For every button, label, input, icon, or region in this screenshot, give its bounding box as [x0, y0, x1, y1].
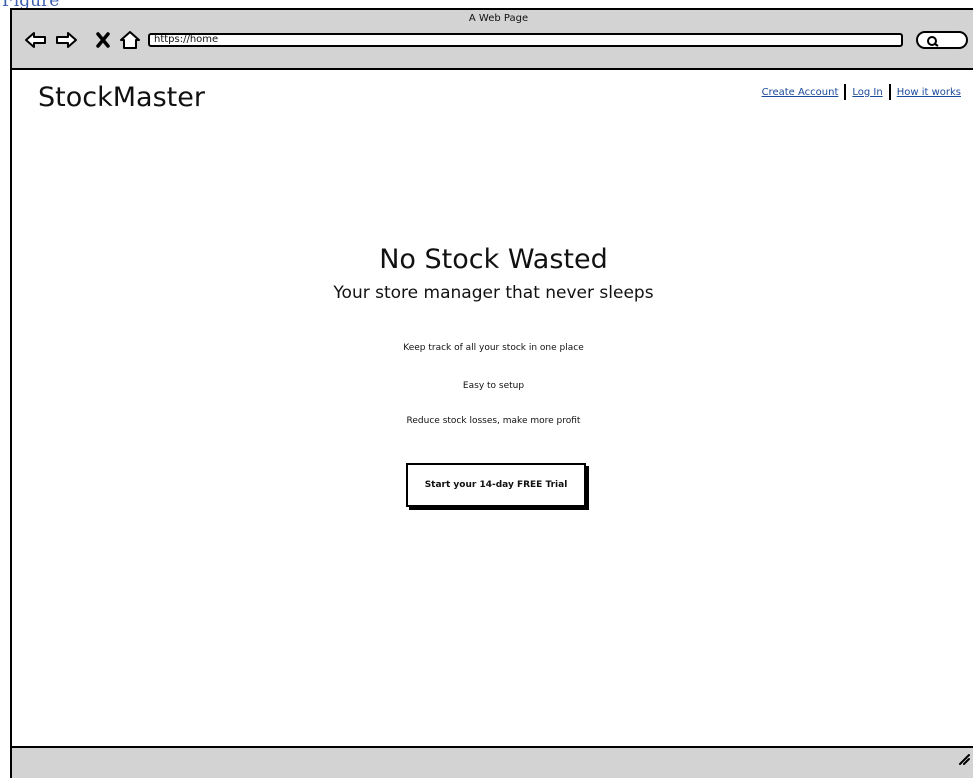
hero-title: No Stock Wasted: [379, 244, 608, 275]
window-title: A Web Page: [468, 13, 529, 24]
login-link[interactable]: Log In: [852, 87, 882, 98]
url-bar[interactable]: https://home: [148, 33, 903, 47]
how-it-works-link[interactable]: How it works: [897, 87, 961, 98]
back-arrow-icon[interactable]: [24, 30, 48, 50]
browser-window: A Web Page https://home StockMaster Crea…: [10, 8, 973, 778]
forward-arrow-icon[interactable]: [54, 30, 78, 50]
browser-chrome: A Web Page https://home: [12, 10, 973, 70]
link-divider: [844, 84, 847, 100]
url-text: https://home: [154, 34, 219, 45]
resize-grip-icon[interactable]: [957, 752, 971, 766]
search-button[interactable]: [916, 31, 968, 49]
feature-item: Keep track of all your stock in one plac…: [403, 343, 584, 353]
close-icon[interactable]: [92, 30, 116, 50]
start-trial-button[interactable]: Start your 14-day FREE Trial: [406, 463, 586, 507]
create-account-link[interactable]: Create Account: [762, 87, 839, 98]
hero-section: No Stock Wasted Your store manager that …: [12, 244, 973, 303]
search-icon: [927, 36, 939, 47]
hero-subtitle: Your store manager that never sleeps: [333, 283, 654, 303]
link-divider: [888, 84, 891, 100]
feature-item: Easy to setup: [462, 381, 525, 391]
status-bar: [12, 746, 973, 778]
home-icon[interactable]: [118, 30, 142, 50]
brand-logo: StockMaster: [38, 82, 205, 113]
feature-item: Reduce stock losses, make more profit: [406, 416, 581, 426]
top-nav: Create Account Log In How it works: [762, 84, 961, 100]
